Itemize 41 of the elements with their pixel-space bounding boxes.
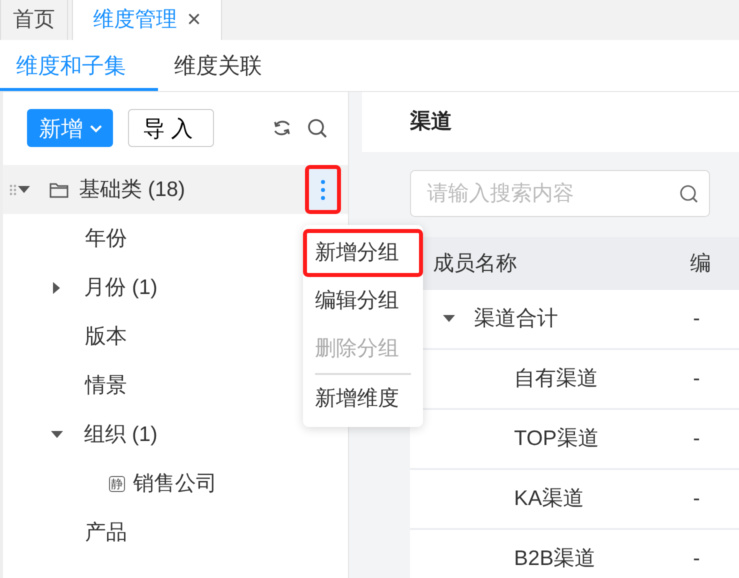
table-cell-text: - — [692, 547, 700, 570]
tree-item-label[interactable]: 月份 (1) — [84, 272, 158, 304]
menu-item[interactable]: 新增分组 — [303, 229, 423, 277]
chevron-down-icon — [89, 122, 103, 134]
sub-tab[interactable]: 维度关联 — [158, 43, 316, 91]
tree-item-label[interactable]: 组织 (1) — [84, 418, 158, 450]
search-icon — [679, 184, 699, 204]
drag-handle-icon — [9, 184, 17, 196]
tree-item-label[interactable]: 情景 — [85, 370, 127, 402]
panel-title: 渠道 — [362, 92, 739, 152]
tree-item-label[interactable]: 版本 — [85, 320, 127, 352]
menu-item[interactable]: 新增维度 — [303, 375, 423, 423]
table-cell-text: 渠道合计 — [474, 306, 558, 332]
menu-item[interactable]: 编辑分组 — [303, 277, 423, 325]
page-tab[interactable]: 首页 — [0, 0, 68, 40]
table-cell-text: - — [692, 427, 700, 450]
column-header: 成员名称 — [432, 250, 518, 277]
column-header: 编 — [690, 250, 712, 277]
static-badge: 静 — [109, 476, 125, 492]
table-cell-text: KA渠道 — [514, 486, 584, 512]
table-cell-text: - — [692, 367, 700, 390]
tree-item-label[interactable]: 产品 — [85, 516, 127, 548]
tree-item-label[interactable]: 年份 — [85, 222, 127, 254]
tree-item-label[interactable]: 销售公司 — [133, 468, 217, 500]
refresh-icon[interactable] — [272, 118, 292, 138]
table-cell-text: - — [692, 487, 700, 510]
table-cell-text: B2B渠道 — [514, 546, 596, 572]
page-tab-label: 维度管理 — [93, 7, 177, 34]
folder-icon — [49, 180, 69, 198]
search-field[interactable]: 请输入搜索内容 — [410, 170, 710, 217]
page-tab[interactable]: 维度管理 × — [72, 0, 222, 40]
table-cell-text: TOP渠道 — [514, 426, 599, 452]
tree-item-label[interactable]: 基础类 (18) — [79, 174, 186, 206]
table-cell-text: 自有渠道 — [514, 366, 598, 392]
table-cell-text: - — [692, 307, 700, 330]
close-button[interactable]: × — [187, 8, 202, 32]
search-input[interactable]: 请输入搜索内容 — [425, 176, 679, 210]
more-button[interactable] — [305, 165, 341, 214]
kebab-icon — [321, 178, 325, 200]
import-button[interactable]: 导入 — [128, 109, 214, 147]
search-icon[interactable] — [307, 118, 327, 138]
